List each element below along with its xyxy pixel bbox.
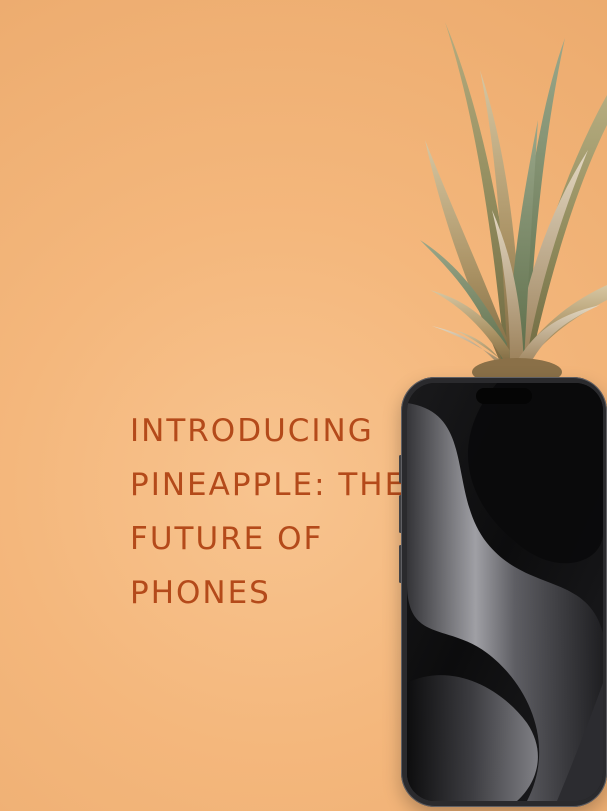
headline-line: PHONES	[130, 575, 271, 611]
dynamic-island	[476, 388, 532, 404]
headline-line: FUTURE OF	[130, 521, 324, 557]
phone-wallpaper	[407, 383, 603, 801]
headline-line: PINEAPPLE: THE	[130, 467, 407, 503]
pineapple-crown-icon	[420, 22, 607, 385]
headline-line: INTRODUCING	[130, 413, 374, 449]
slide-canvas: INTRODUCING PINEAPPLE: THE FUTURE OF PHO…	[0, 0, 607, 811]
phone-screen	[407, 383, 603, 801]
headline-title: INTRODUCING PINEAPPLE: THE FUTURE OF PHO…	[130, 404, 420, 620]
smartphone-icon	[401, 377, 607, 807]
